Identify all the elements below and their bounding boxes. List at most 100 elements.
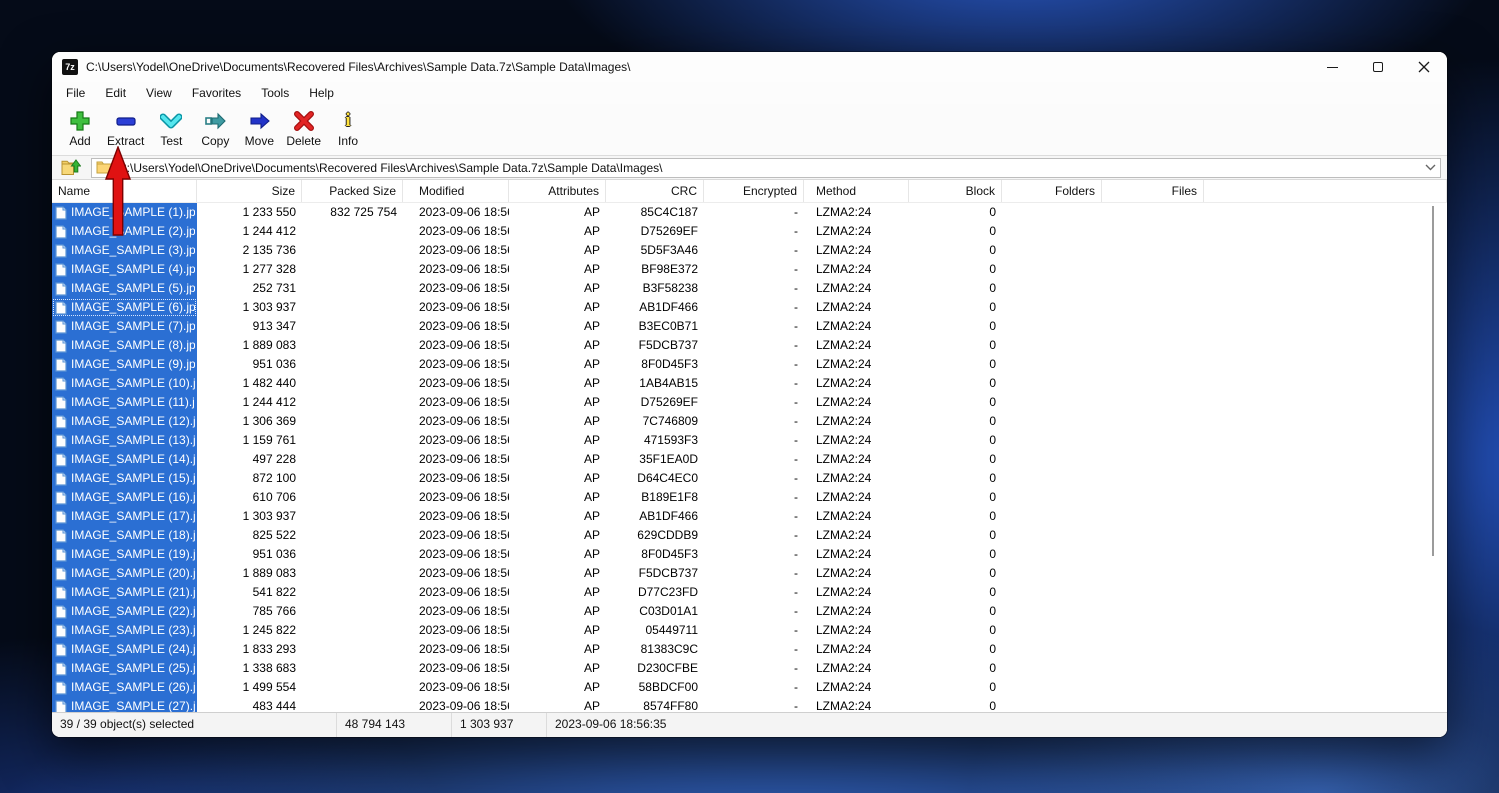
column-header-filler <box>1204 180 1447 202</box>
file-name-cell: IMAGE_SAMPLE (24).jpg <box>52 640 197 659</box>
table-row[interactable]: IMAGE_SAMPLE (2).jpg 1 244 412 2023-09-0… <box>52 222 1447 241</box>
column-header-method[interactable]: Method <box>804 180 909 202</box>
file-name-cell: IMAGE_SAMPLE (17).jpg <box>52 507 197 526</box>
file-name-cell: IMAGE_SAMPLE (23).jpg <box>52 621 197 640</box>
menu-favorites[interactable]: Favorites <box>182 82 251 104</box>
column-header-size[interactable]: Size <box>197 180 302 202</box>
table-row[interactable]: IMAGE_SAMPLE (22).jpg 785 766 2023-09-06… <box>52 602 1447 621</box>
vertical-scrollbar[interactable] <box>1432 206 1434 556</box>
table-row[interactable]: IMAGE_SAMPLE (13).jpg 1 159 761 2023-09-… <box>52 431 1447 450</box>
status-bar: 39 / 39 object(s) selected 48 794 143 1 … <box>52 712 1447 737</box>
file-icon <box>55 320 67 334</box>
column-header-block[interactable]: Block <box>909 180 1002 202</box>
table-row[interactable]: IMAGE_SAMPLE (8).jpg 1 889 083 2023-09-0… <box>52 336 1447 355</box>
chevron-down-icon[interactable] <box>1425 164 1436 171</box>
status-modified: 2023-09-06 18:56:35 <box>547 713 1447 737</box>
extract-button[interactable]: Extract <box>102 109 149 148</box>
column-header-modified[interactable]: Modified <box>403 180 509 202</box>
table-row[interactable]: IMAGE_SAMPLE (4).jpg 1 277 328 2023-09-0… <box>52 260 1447 279</box>
menu-view[interactable]: View <box>136 82 182 104</box>
test-icon <box>160 109 182 133</box>
file-icon <box>55 472 67 486</box>
column-header-encrypted[interactable]: Encrypted <box>704 180 804 202</box>
file-name-cell: IMAGE_SAMPLE (26).jpg <box>52 678 197 697</box>
file-icon <box>55 377 67 391</box>
file-name-cell: IMAGE_SAMPLE (8).jpg <box>52 336 197 355</box>
file-icon <box>55 244 67 258</box>
table-row[interactable]: IMAGE_SAMPLE (21).jpg 541 822 2023-09-06… <box>52 583 1447 602</box>
file-name-cell: IMAGE_SAMPLE (21).jpg <box>52 583 197 602</box>
maximize-button[interactable] <box>1355 52 1401 82</box>
file-name-cell: IMAGE_SAMPLE (27).jpg <box>52 697 197 712</box>
file-name-cell: IMAGE_SAMPLE (6).jpg <box>52 298 197 317</box>
menu-tools[interactable]: Tools <box>251 82 299 104</box>
table-row[interactable]: IMAGE_SAMPLE (7).jpg 913 347 2023-09-06 … <box>52 317 1447 336</box>
file-name-cell: IMAGE_SAMPLE (12).jpg <box>52 412 197 431</box>
add-icon <box>69 109 91 133</box>
table-row[interactable]: IMAGE_SAMPLE (26).jpg 1 499 554 2023-09-… <box>52 678 1447 697</box>
status-selected-count: 39 / 39 object(s) selected <box>52 713 337 737</box>
table-row[interactable]: IMAGE_SAMPLE (14).jpg 497 228 2023-09-06… <box>52 450 1447 469</box>
table-row[interactable]: IMAGE_SAMPLE (9).jpg 951 036 2023-09-06 … <box>52 355 1447 374</box>
close-icon <box>1418 61 1430 73</box>
table-row[interactable]: IMAGE_SAMPLE (1).jpg 1 233 550 832 725 7… <box>52 203 1447 222</box>
address-combobox[interactable]: C:\Users\Yodel\OneDrive\Documents\Recove… <box>91 158 1441 178</box>
file-icon <box>55 434 67 448</box>
menubar: File Edit View Favorites Tools Help <box>52 82 1447 104</box>
close-button[interactable] <box>1401 52 1447 82</box>
table-row[interactable]: IMAGE_SAMPLE (23).jpg 1 245 822 2023-09-… <box>52 621 1447 640</box>
file-icon <box>55 586 67 600</box>
info-button[interactable]: i Info <box>326 109 370 148</box>
table-row[interactable]: IMAGE_SAMPLE (19).jpg 951 036 2023-09-06… <box>52 545 1447 564</box>
column-header-folders[interactable]: Folders <box>1002 180 1102 202</box>
column-header-crc[interactable]: CRC <box>606 180 704 202</box>
delete-button[interactable]: Delete <box>281 109 326 148</box>
table-row[interactable]: IMAGE_SAMPLE (3).jpg 2 135 736 2023-09-0… <box>52 241 1447 260</box>
file-icon <box>55 415 67 429</box>
table-row[interactable]: IMAGE_SAMPLE (12).jpg 1 306 369 2023-09-… <box>52 412 1447 431</box>
desktop: { "window": { "app_icon_label": "7z", "t… <box>0 0 1499 793</box>
table-row[interactable]: IMAGE_SAMPLE (10).jpg 1 482 440 2023-09-… <box>52 374 1447 393</box>
file-icon <box>55 605 67 619</box>
table-row[interactable]: IMAGE_SAMPLE (20).jpg 1 889 083 2023-09-… <box>52 564 1447 583</box>
file-name-cell: IMAGE_SAMPLE (10).jpg <box>52 374 197 393</box>
file-icon <box>55 225 67 239</box>
table-row[interactable]: IMAGE_SAMPLE (6).jpg 1 303 937 2023-09-0… <box>52 298 1447 317</box>
move-button[interactable]: Move <box>237 109 281 148</box>
table-row[interactable]: IMAGE_SAMPLE (17).jpg 1 303 937 2023-09-… <box>52 507 1447 526</box>
window-title: C:\Users\Yodel\OneDrive\Documents\Recove… <box>86 60 1309 74</box>
table-row[interactable]: IMAGE_SAMPLE (24).jpg 1 833 293 2023-09-… <box>52 640 1447 659</box>
table-row[interactable]: IMAGE_SAMPLE (27).jpg 483 444 2023-09-06… <box>52 697 1447 712</box>
menu-edit[interactable]: Edit <box>95 82 136 104</box>
table-row[interactable]: IMAGE_SAMPLE (16).jpg 610 706 2023-09-06… <box>52 488 1447 507</box>
move-icon <box>248 109 270 133</box>
menu-file[interactable]: File <box>56 82 95 104</box>
table-row[interactable]: IMAGE_SAMPLE (5).jpg 252 731 2023-09-06 … <box>52 279 1447 298</box>
file-name-cell: IMAGE_SAMPLE (25).jpg <box>52 659 197 678</box>
minimize-button[interactable] <box>1309 52 1355 82</box>
table-row[interactable]: IMAGE_SAMPLE (11).jpg 1 244 412 2023-09-… <box>52 393 1447 412</box>
file-name-cell: IMAGE_SAMPLE (18).jpg <box>52 526 197 545</box>
file-name-cell: IMAGE_SAMPLE (19).jpg <box>52 545 197 564</box>
extract-icon <box>115 109 137 133</box>
file-name-cell: IMAGE_SAMPLE (13).jpg <box>52 431 197 450</box>
file-list: IMAGE_SAMPLE (1).jpg 1 233 550 832 725 7… <box>52 203 1447 712</box>
column-header-attributes[interactable]: Attributes <box>509 180 606 202</box>
table-row[interactable]: IMAGE_SAMPLE (25).jpg 1 338 683 2023-09-… <box>52 659 1447 678</box>
column-header-name[interactable]: Name <box>52 180 197 202</box>
test-button[interactable]: Test <box>149 109 193 148</box>
menu-help[interactable]: Help <box>299 82 344 104</box>
column-header-packed-size[interactable]: Packed Size <box>302 180 403 202</box>
file-name-cell: IMAGE_SAMPLE (15).jpg <box>52 469 197 488</box>
add-button[interactable]: Add <box>58 109 102 148</box>
copy-button[interactable]: Copy <box>193 109 237 148</box>
table-row[interactable]: IMAGE_SAMPLE (18).jpg 825 522 2023-09-06… <box>52 526 1447 545</box>
file-icon <box>55 339 67 353</box>
up-one-level-button[interactable] <box>57 158 85 178</box>
column-header-files[interactable]: Files <box>1102 180 1204 202</box>
window-controls <box>1309 52 1447 82</box>
file-icon <box>55 491 67 505</box>
file-icon <box>55 263 67 277</box>
file-icon <box>55 510 67 524</box>
table-row[interactable]: IMAGE_SAMPLE (15).jpg 872 100 2023-09-06… <box>52 469 1447 488</box>
